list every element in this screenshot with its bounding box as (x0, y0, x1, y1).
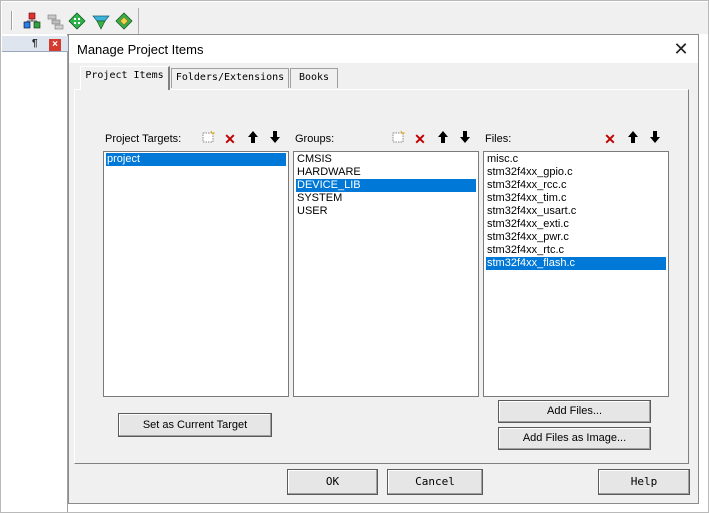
project-window-icon[interactable] (23, 12, 41, 30)
list-item[interactable]: stm32f4xx_usart.c (486, 205, 576, 218)
dialog-titlebar[interactable]: Manage Project Items ✕ (69, 35, 698, 63)
files-header: Files: ✕ (483, 128, 669, 150)
list-item[interactable]: HARDWARE (296, 166, 361, 179)
dialog-title: Manage Project Items (77, 42, 204, 57)
panel-close-icon[interactable]: × (49, 39, 61, 51)
manage-components-icon[interactable] (68, 12, 86, 30)
targets-list[interactable]: project (103, 151, 289, 397)
toolbar-grip[interactable] (11, 11, 13, 30)
files-label: Files: (485, 133, 512, 145)
pin-icon[interactable]: ¶ (32, 38, 38, 50)
delete-group-icon[interactable]: ✕ (411, 130, 429, 148)
add-files-button[interactable]: Add Files... (498, 400, 651, 423)
new-group-icon[interactable] (389, 130, 407, 148)
manage-project-items-dialog: Manage Project Items ✕ Project Items Fol… (68, 34, 699, 504)
targets-label: Project Targets: (105, 133, 182, 145)
delete-file-icon[interactable]: ✕ (601, 130, 619, 148)
ok-button[interactable]: OK (287, 469, 378, 495)
tab-books[interactable]: Books (290, 68, 338, 88)
list-item[interactable]: stm32f4xx_rcc.c (486, 179, 566, 192)
move-group-up-icon[interactable] (434, 130, 452, 148)
list-item[interactable]: DEVICE_LIB (296, 179, 476, 192)
move-group-down-icon[interactable] (456, 130, 474, 148)
dialog-close-button[interactable]: ✕ (664, 35, 698, 63)
cancel-button[interactable]: Cancel (387, 469, 483, 495)
tab-label: Books (298, 72, 330, 83)
set-current-target-button[interactable]: Set as Current Target (118, 413, 272, 437)
list-item[interactable]: stm32f4xx_flash.c (486, 257, 666, 270)
move-file-up-icon[interactable] (624, 130, 642, 148)
list-item[interactable]: stm32f4xx_tim.c (486, 192, 566, 205)
new-target-icon[interactable] (199, 130, 217, 148)
move-target-down-icon[interactable] (266, 130, 284, 148)
tab-label: Project Items (85, 70, 164, 81)
list-item[interactable]: CMSIS (296, 153, 332, 166)
pack-installer-icon[interactable] (92, 12, 110, 30)
tab-project-items[interactable]: Project Items (80, 66, 170, 90)
list-item[interactable]: SYSTEM (296, 192, 342, 205)
add-files-as-image-button[interactable]: Add Files as Image... (498, 427, 651, 450)
groups-label: Groups: (295, 133, 335, 145)
list-item[interactable]: stm32f4xx_rtc.c (486, 244, 564, 257)
delete-target-icon[interactable]: ✕ (221, 130, 239, 148)
list-item[interactable]: stm32f4xx_gpio.c (486, 166, 573, 179)
list-item[interactable]: stm32f4xx_exti.c (486, 218, 569, 231)
list-item[interactable]: project (106, 153, 286, 166)
tab-page-project-items: Project Targets: ✕ project Groups: ✕ CMS… (74, 89, 689, 464)
books-icon[interactable] (46, 12, 64, 30)
list-item[interactable]: USER (296, 205, 328, 218)
targets-header: Project Targets: ✕ (103, 128, 289, 150)
panel-header: ¶ × (2, 36, 68, 52)
tab-label: Folders/Extensions (175, 72, 285, 83)
toolbar-separator (138, 8, 139, 34)
ide-toolbar (2, 2, 708, 34)
groups-header: Groups: ✕ (293, 128, 479, 150)
screenshot-frame: ¶ × Manage Project Items ✕ Project Items… (0, 0, 709, 513)
select-software-packs-icon[interactable] (115, 12, 133, 30)
move-file-down-icon[interactable] (646, 130, 664, 148)
groups-list[interactable]: CMSIS HARDWARE DEVICE_LIB SYSTEM USER (293, 151, 479, 397)
project-panel: ¶ × (2, 34, 68, 512)
list-item[interactable]: misc.c (486, 153, 518, 166)
help-button[interactable]: Help (598, 469, 690, 495)
files-list[interactable]: misc.c stm32f4xx_gpio.c stm32f4xx_rcc.c … (483, 151, 669, 397)
list-item[interactable]: stm32f4xx_pwr.c (486, 231, 569, 244)
tab-folders-extensions[interactable]: Folders/Extensions (171, 68, 289, 88)
move-target-up-icon[interactable] (244, 130, 262, 148)
